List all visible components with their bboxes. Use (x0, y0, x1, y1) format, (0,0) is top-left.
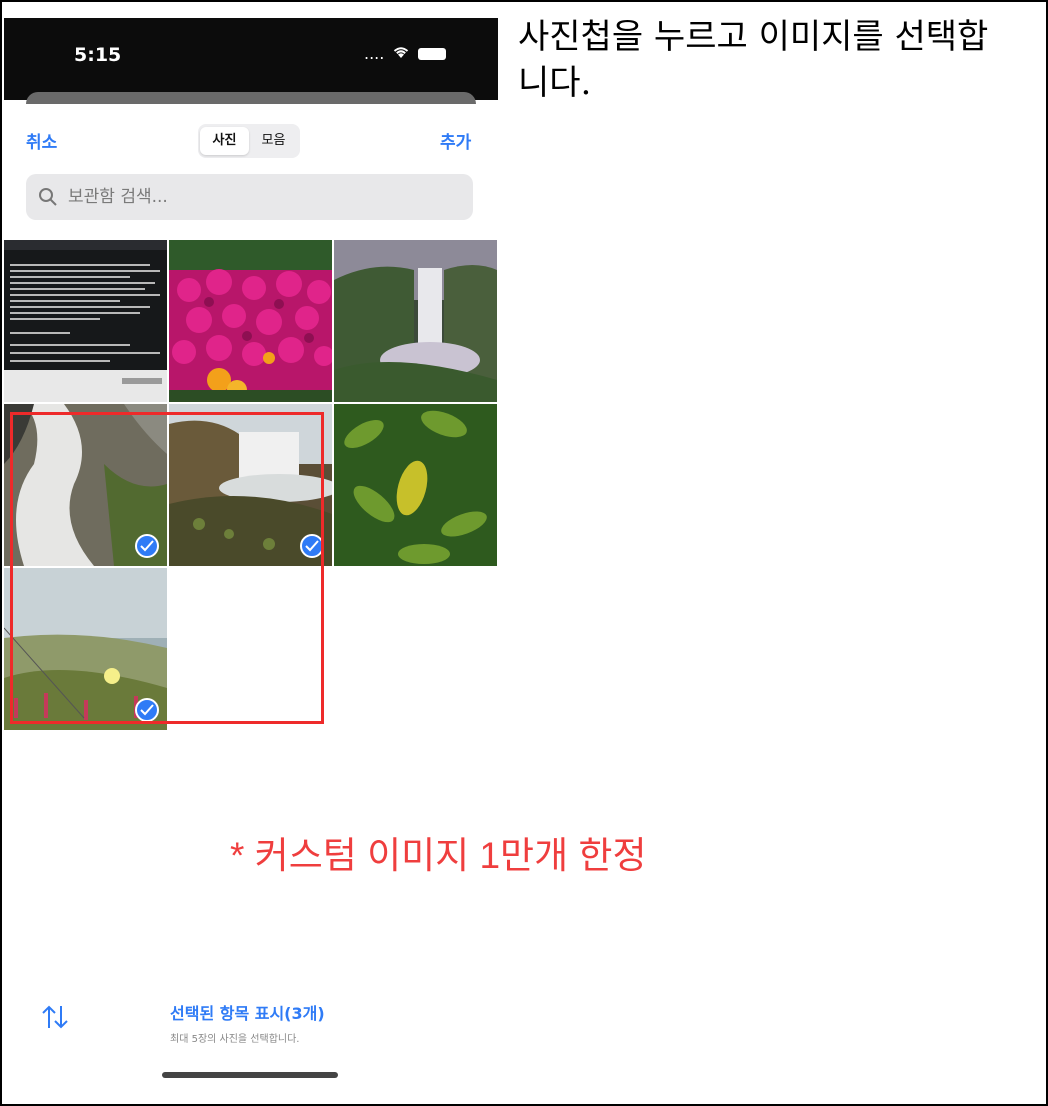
search-input[interactable] (66, 186, 450, 208)
wifi-icon (392, 44, 410, 63)
status-bar: 5:15 .... (4, 18, 498, 100)
cancel-button[interactable]: 취소 (26, 128, 57, 153)
photo-thumbnail-flowers[interactable] (169, 240, 332, 402)
search-icon (38, 187, 66, 207)
tab-collections[interactable]: 모음 (249, 127, 298, 155)
photo-thumbnail-waterfall-cliff[interactable] (334, 240, 497, 402)
add-button[interactable]: 추가 (440, 128, 471, 153)
photo-thumbnail-green-leaves[interactable] (334, 404, 497, 566)
status-icons: .... (364, 44, 447, 63)
instruction-text: 사진첩을 누르고 이미지를 선택합니다. (518, 17, 989, 103)
tab-photos[interactable]: 사진 (200, 127, 249, 155)
battery-icon (418, 47, 447, 60)
show-selected-button[interactable]: 선택된 항목 표시(3개) (170, 1000, 325, 1024)
search-bar[interactable] (26, 174, 473, 220)
home-indicator (162, 1072, 338, 1078)
status-time: 5:15 (74, 44, 122, 66)
limit-note: * 커스텀 이미지 1만개 한정 (230, 835, 647, 876)
signal-dots: .... (364, 44, 385, 63)
selection-highlight-box (10, 412, 324, 724)
sort-arrows-icon[interactable] (40, 1004, 70, 1034)
segmented-control: 사진 모음 (198, 124, 300, 158)
photo-thumbnail-terminal[interactable] (4, 240, 167, 402)
selection-limit-subtitle: 최대 5장의 사진을 선택합니다. (170, 1034, 300, 1045)
